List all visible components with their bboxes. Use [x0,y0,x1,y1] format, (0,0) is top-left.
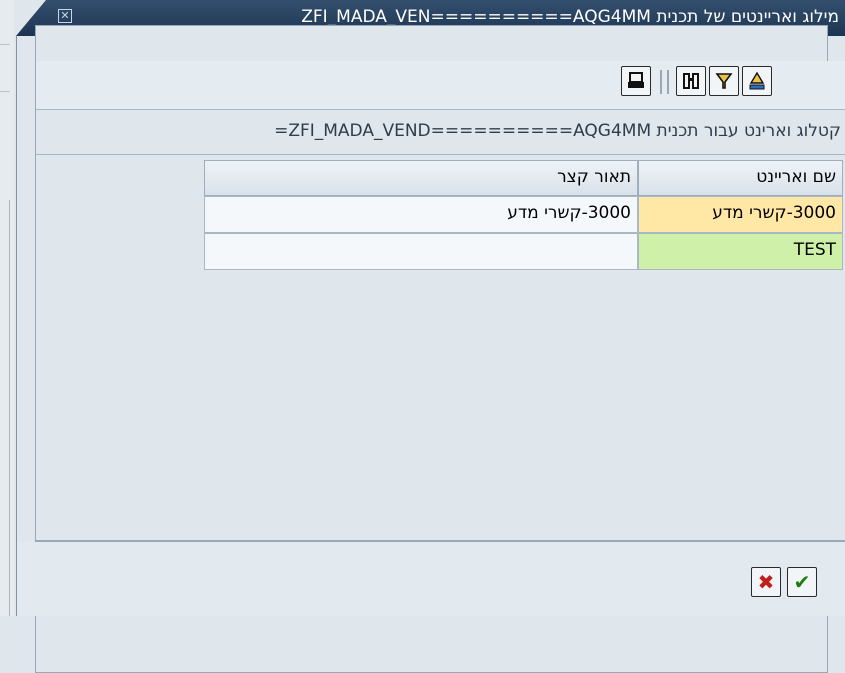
row-2-short-description[interactable] [204,233,638,270]
background-panel [0,0,14,616]
toolbar-separator [667,70,669,94]
sort-button[interactable] [742,66,772,96]
find-icon [683,73,699,89]
filter-button[interactable] [709,66,739,96]
catalog-title: קטלוג וארינט עבור תכנית ZFI_MADA_VEND===… [274,121,841,141]
catalog-header: קטלוג וארינט עבור תכנית ZFI_MADA_VEND===… [36,110,845,155]
background-divider [0,91,10,92]
background-divider [9,200,10,616]
sort-icon [749,71,765,90]
toolbar-separator [660,70,662,94]
print-button[interactable] [621,66,651,96]
find-button[interactable] [676,66,706,96]
dialog-footer: ✖ ✔ [17,542,845,616]
close-icon[interactable]: ✕ [58,9,72,23]
cancel-button[interactable]: ✖ [751,567,781,597]
toolbar [36,61,845,110]
row-2-variant-name[interactable]: TEST [638,233,843,270]
column-header-short-description[interactable]: תאור קצר [204,160,638,196]
row-1-short-description[interactable]: 3000-קשרי מדע [204,196,638,233]
filter-icon [715,73,733,89]
dialog-title: מילוג ואריינטים של תכנית ZFI_MADA_VEN===… [301,7,839,27]
checkmark-icon: ✔ [793,570,811,594]
background-divider [0,44,10,45]
row-1-variant-name[interactable]: 3000-קשרי מדע [638,196,843,233]
variant-table: שם ואריינט תאור קצר 3000-קשרי מדע 3000-ק… [36,155,845,540]
print-icon [628,72,644,88]
cancel-icon: ✖ [757,570,775,594]
column-header-variant-name[interactable]: שם ואריינט [638,160,843,196]
confirm-button[interactable]: ✔ [787,567,817,597]
